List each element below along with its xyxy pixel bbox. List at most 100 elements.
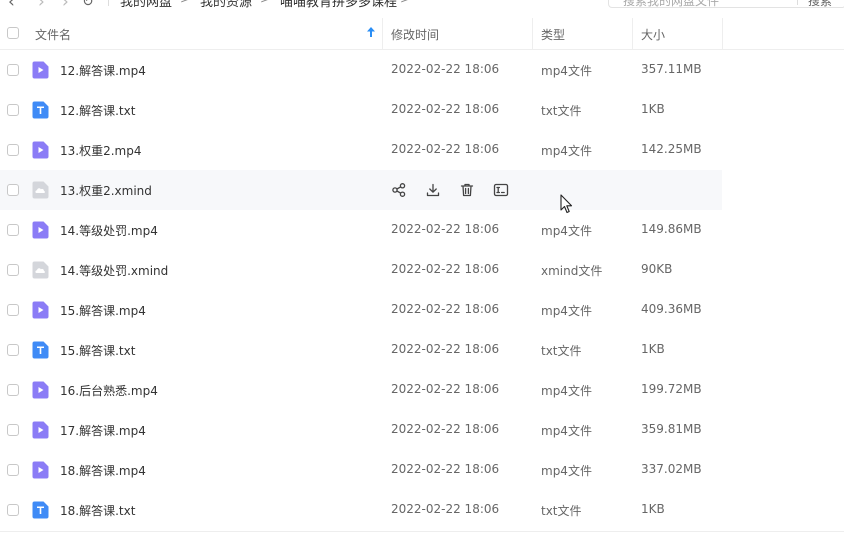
rename-icon[interactable]: [493, 182, 509, 198]
share-icon[interactable]: [391, 182, 407, 198]
table-row[interactable]: 12.解答课.mp4 2022-02-22 18:06 mp4文件 357.11MB: [0, 50, 844, 90]
video-file-icon: [32, 381, 49, 399]
sort-ascending-icon[interactable]: [366, 26, 376, 38]
refresh-icon[interactable]: ↻: [82, 0, 94, 11]
file-modified-date: 2022-02-22 18:06: [391, 462, 500, 476]
file-name[interactable]: 12.解答课.mp4: [60, 62, 146, 79]
row-checkbox[interactable]: [7, 224, 19, 236]
back-arrow-icon[interactable]: ‹: [8, 0, 15, 11]
breadcrumb-item-current[interactable]: 喵喵教育拼多多课程: [280, 0, 397, 10]
file-size: 337.02MB: [641, 462, 702, 476]
file-size: 357.11MB: [641, 62, 702, 76]
file-name[interactable]: 13.权重2.mp4: [60, 142, 141, 159]
table-row[interactable]: 16.后台熟悉.mp4 2022-02-22 18:06 mp4文件 199.72MB: [0, 370, 844, 410]
file-modified-date: 2022-02-22 18:06: [391, 142, 500, 156]
table-row[interactable]: 12.解答课.txt 2022-02-22 18:06 txt文件 1KB: [0, 90, 844, 130]
row-checkbox[interactable]: [7, 304, 19, 316]
table-row[interactable]: 15.解答课.txt 2022-02-22 18:06 txt文件 1KB: [0, 330, 844, 370]
file-size: 359.81MB: [641, 422, 702, 436]
file-modified-date: 2022-02-22 18:06: [391, 422, 500, 436]
delete-icon[interactable]: [459, 182, 475, 198]
select-all-checkbox[interactable]: [7, 27, 19, 39]
file-modified-date: 2022-02-22 18:06: [391, 382, 500, 396]
file-size: 1KB: [641, 502, 665, 516]
file-size: 1KB: [641, 102, 665, 116]
search-button[interactable]: 搜索: [808, 0, 832, 9]
file-name[interactable]: 15.解答课.mp4: [60, 302, 146, 319]
file-name[interactable]: 18.解答课.txt: [60, 502, 135, 519]
file-name[interactable]: 12.解答课.txt: [60, 102, 135, 119]
row-checkbox[interactable]: [7, 344, 19, 356]
file-name[interactable]: 18.解答课.mp4: [60, 462, 146, 479]
xmind-file-icon: [32, 181, 49, 199]
breadcrumb-item-root[interactable]: 我的网盘: [120, 0, 172, 10]
file-type: xmind文件: [541, 264, 603, 278]
column-header-type[interactable]: 类型: [541, 26, 565, 43]
file-type: mp4文件: [541, 64, 592, 78]
column-header-size[interactable]: 大小: [641, 26, 665, 43]
column-divider[interactable]: [722, 18, 723, 49]
row-checkbox[interactable]: [7, 64, 19, 76]
file-name[interactable]: 16.后台熟悉.mp4: [60, 382, 158, 399]
file-type: mp4文件: [541, 424, 592, 438]
file-type: txt文件: [541, 104, 582, 118]
file-name[interactable]: 14.等级处罚.mp4: [60, 222, 158, 239]
file-name[interactable]: 15.解答课.txt: [60, 342, 135, 359]
file-size: 149.86MB: [641, 222, 702, 236]
text-file-icon: [32, 501, 49, 519]
forward-arrow-icon[interactable]: ›: [38, 0, 45, 11]
column-divider[interactable]: [632, 18, 633, 49]
file-modified-date: 2022-02-22 18:06: [391, 502, 500, 516]
table-row[interactable]: 18.解答课.mp4 2022-02-22 18:06 mp4文件 337.02MB: [0, 450, 844, 490]
breadcrumb-separator: >: [180, 0, 190, 6]
file-type: mp4文件: [541, 464, 592, 478]
row-checkbox[interactable]: [7, 264, 19, 276]
file-modified-date: 2022-02-22 18:06: [391, 302, 500, 316]
row-checkbox[interactable]: [7, 104, 19, 116]
row-checkbox[interactable]: [7, 184, 19, 196]
file-type: txt文件: [541, 504, 582, 518]
forward-arrow-icon-2[interactable]: ›: [62, 0, 69, 11]
file-name[interactable]: 17.解答课.mp4: [60, 422, 146, 439]
breadcrumb-separator: >: [260, 0, 270, 6]
row-checkbox[interactable]: [7, 464, 19, 476]
column-header-modified[interactable]: 修改时间: [391, 26, 439, 43]
table-row[interactable]: 14.等级处罚.mp4 2022-02-22 18:06 mp4文件 149.86MB: [0, 210, 844, 250]
mouse-cursor-icon: [560, 194, 573, 214]
breadcrumb-item-resources[interactable]: 我的资源: [200, 0, 252, 10]
column-header-name[interactable]: 文件名: [35, 26, 71, 43]
file-size: 199.72MB: [641, 382, 702, 396]
file-modified-date: 2022-02-22 18:06: [391, 62, 500, 76]
file-size: 90KB: [641, 262, 673, 276]
row-checkbox[interactable]: [7, 144, 19, 156]
file-modified-date: 2022-02-22 18:06: [391, 262, 500, 276]
row-checkbox[interactable]: [7, 504, 19, 516]
column-divider[interactable]: [382, 18, 383, 49]
table-row[interactable]: 17.解答课.mp4 2022-02-22 18:06 mp4文件 359.81MB: [0, 410, 844, 450]
search-input[interactable]: 搜索我的网盘文件 搜索: [608, 0, 844, 8]
file-modified-date: 2022-02-22 18:06: [391, 102, 500, 116]
file-name[interactable]: 13.权重2.xmind: [60, 182, 152, 199]
table-row[interactable]: 14.等级处罚.xmind 2022-02-22 18:06 xmind文件 90KB: [0, 250, 844, 290]
xmind-file-icon: [32, 261, 49, 279]
row-checkbox[interactable]: [7, 424, 19, 436]
breadcrumb-separator: >: [400, 0, 410, 6]
table-header: 文件名 修改时间 类型 大小: [0, 18, 844, 50]
table-row[interactable]: 13.权重2.mp4 2022-02-22 18:06 mp4文件 142.25MB: [0, 130, 844, 170]
file-size: 1KB: [641, 342, 665, 356]
file-name[interactable]: 14.等级处罚.xmind: [60, 262, 168, 279]
table-row[interactable]: 18.解答课.txt 2022-02-22 18:06 txt文件 1KB: [0, 490, 844, 530]
download-icon[interactable]: [425, 182, 441, 198]
video-file-icon: [32, 141, 49, 159]
file-type: mp4文件: [541, 384, 592, 398]
table-row[interactable]: 13.权重2.xmind: [0, 170, 844, 210]
video-file-icon: [32, 461, 49, 479]
table-row[interactable]: 15.解答课.mp4 2022-02-22 18:06 mp4文件 409.36MB: [0, 290, 844, 330]
video-file-icon: [32, 221, 49, 239]
nav-divider: [108, 0, 109, 6]
column-divider[interactable]: [532, 18, 533, 49]
search-divider: [797, 0, 798, 5]
file-modified-date: 2022-02-22 18:06: [391, 342, 500, 356]
row-checkbox[interactable]: [7, 384, 19, 396]
file-size: 142.25MB: [641, 142, 702, 156]
